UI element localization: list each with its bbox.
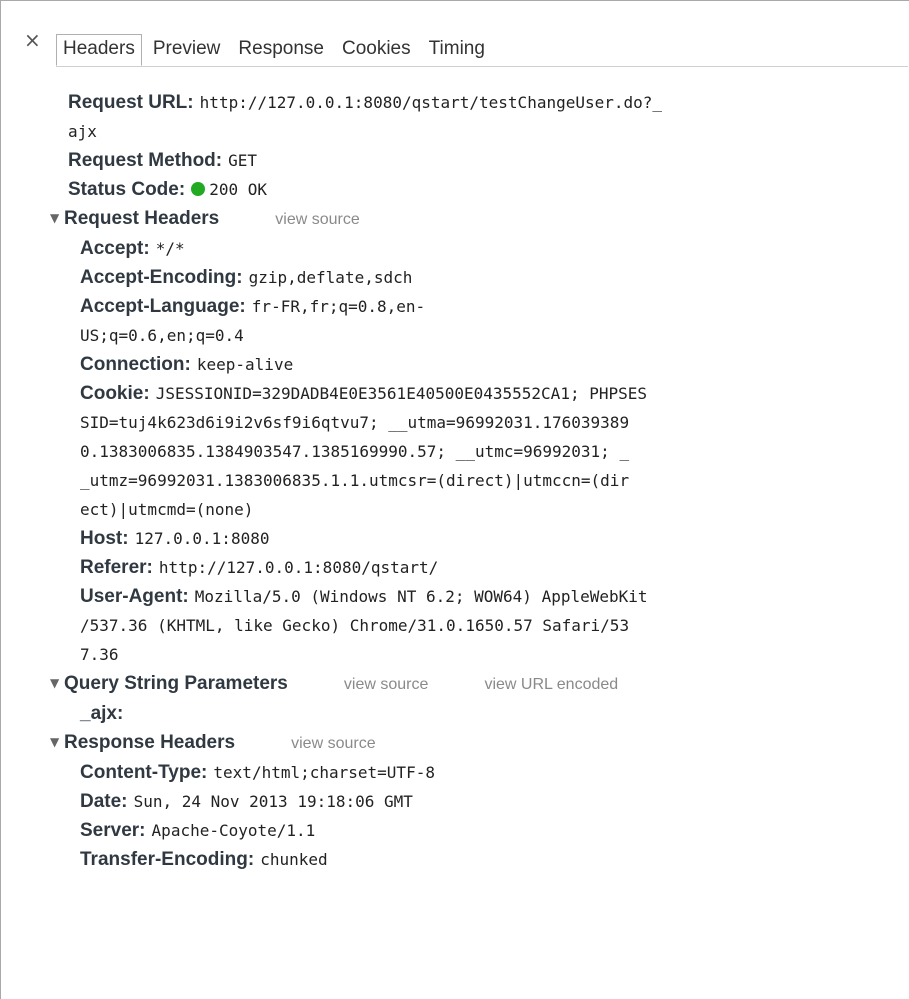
header-row: _utmz=96992031.1383006835.1.1.utmcsr=(di… bbox=[50, 466, 900, 495]
header-value: 0.1383006835.1384903547.1385169990.57; _… bbox=[80, 442, 630, 461]
header-value: /537.36 (KHTML, like Gecko) Chrome/31.0.… bbox=[80, 616, 630, 635]
header-key: Server: bbox=[80, 820, 146, 841]
response-headers-view-source[interactable]: view source bbox=[291, 735, 375, 752]
header-value: text/html;charset=UTF-8 bbox=[213, 763, 435, 782]
tab-cookies[interactable]: Cookies bbox=[335, 34, 418, 66]
request-method-value: GET bbox=[228, 151, 258, 170]
disclosure-triangle-icon[interactable]: ▼ bbox=[50, 204, 64, 233]
header-row: Server: Apache-Coyote/1.1 bbox=[50, 816, 900, 845]
request-headers-title: Request Headers bbox=[64, 208, 220, 229]
header-value: ect)|utmcmd=(none) bbox=[80, 500, 254, 519]
header-value: 127.0.0.1:8080 bbox=[134, 529, 270, 548]
header-value: */* bbox=[155, 239, 185, 258]
header-key: User-Agent: bbox=[80, 586, 189, 607]
header-row: 7.36 bbox=[50, 640, 900, 669]
header-value: 7.36 bbox=[80, 645, 119, 664]
header-row: /537.36 (KHTML, like Gecko) Chrome/31.0.… bbox=[50, 611, 900, 640]
header-key: Cookie: bbox=[80, 383, 150, 404]
status-ok-icon bbox=[191, 182, 206, 196]
header-key: Host: bbox=[80, 528, 129, 549]
headers-content: Request URL: http://127.0.0.1:8080/qstar… bbox=[50, 88, 900, 874]
status-code-value: 200 OK bbox=[209, 180, 268, 199]
tab-preview[interactable]: Preview bbox=[146, 34, 228, 66]
header-value: http://127.0.0.1:8080/qstart/ bbox=[158, 558, 439, 577]
header-row: _ajx: bbox=[50, 699, 900, 728]
header-row: SID=tuj4k623d6i9i2v6sf9i6qtvu7; __utma=9… bbox=[50, 408, 900, 437]
header-key: Date: bbox=[80, 791, 128, 812]
response-headers-list: Content-Type: text/html;charset=UTF-8 Dat… bbox=[50, 758, 900, 874]
header-row: Content-Type: text/html;charset=UTF-8 bbox=[50, 758, 900, 787]
request-headers-list: Accept: */* Accept-Encoding: gzip,deflate… bbox=[50, 234, 900, 669]
query-string-list: _ajx: bbox=[50, 699, 900, 728]
request-headers-view-source[interactable]: view source bbox=[275, 211, 359, 228]
disclosure-triangle-icon[interactable]: ▼ bbox=[50, 669, 64, 698]
header-row: Cookie: JSESSIONID=329DADB4E0E3561E40500… bbox=[50, 379, 900, 408]
query-string-title: Query String Parameters bbox=[64, 673, 288, 694]
request-url-row-cont: ajx bbox=[50, 117, 900, 146]
request-url-value-cont: ajx bbox=[68, 122, 97, 141]
header-value: US;q=0.6,en;q=0.4 bbox=[80, 326, 244, 345]
header-value: Sun, 24 Nov 2013 19:18:06 GMT bbox=[133, 792, 413, 811]
header-key: Referer: bbox=[80, 557, 153, 578]
header-row: Date: Sun, 24 Nov 2013 19:18:06 GMT bbox=[50, 787, 900, 816]
query-string-view-url-encoded[interactable]: view URL encoded bbox=[484, 676, 618, 693]
response-headers-section[interactable]: ▼ Response Headers view source bbox=[50, 728, 900, 758]
header-row: Connection: keep-alive bbox=[50, 350, 900, 379]
query-string-section[interactable]: ▼ Query String Parameters view source vie… bbox=[50, 669, 900, 699]
header-row: Referer: http://127.0.0.1:8080/qstart/ bbox=[50, 553, 900, 582]
status-code-row: Status Code: 200 OK bbox=[50, 175, 900, 204]
status-code-label: Status Code: bbox=[68, 179, 186, 200]
tab-divider bbox=[56, 66, 908, 67]
request-method-label: Request Method: bbox=[68, 150, 223, 171]
header-key: Accept-Language: bbox=[80, 296, 246, 317]
request-headers-section[interactable]: ▼ Request Headers view source bbox=[50, 204, 900, 234]
header-key: Content-Type: bbox=[80, 762, 208, 783]
header-row: ect)|utmcmd=(none) bbox=[50, 495, 900, 524]
response-headers-title: Response Headers bbox=[64, 732, 236, 753]
header-value: _utmz=96992031.1383006835.1.1.utmcsr=(di… bbox=[80, 471, 630, 490]
query-string-view-source[interactable]: view source bbox=[344, 676, 428, 693]
header-key: Accept-Encoding: bbox=[80, 267, 243, 288]
disclosure-triangle-icon[interactable]: ▼ bbox=[50, 728, 64, 757]
header-key: Connection: bbox=[80, 354, 191, 375]
header-row: Transfer-Encoding: chunked bbox=[50, 845, 900, 874]
header-row: Accept-Language: fr-FR,fr;q=0.8,en- bbox=[50, 292, 900, 321]
header-row: Host: 127.0.0.1:8080 bbox=[50, 524, 900, 553]
tab-timing[interactable]: Timing bbox=[422, 34, 492, 66]
tab-bar: Headers Preview Response Cookies Timing bbox=[56, 34, 496, 66]
header-row: 0.1383006835.1384903547.1385169990.57; _… bbox=[50, 437, 900, 466]
request-method-row: Request Method: GET bbox=[50, 146, 900, 175]
header-value: gzip,deflate,sdch bbox=[248, 268, 413, 287]
header-value: JSESSIONID=329DADB4E0E3561E40500E0435552… bbox=[155, 384, 648, 403]
header-value: Mozilla/5.0 (Windows NT 6.2; WOW64) Appl… bbox=[194, 587, 648, 606]
header-row: Accept-Encoding: gzip,deflate,sdch bbox=[50, 263, 900, 292]
header-key: Transfer-Encoding: bbox=[80, 849, 255, 870]
tab-headers[interactable]: Headers bbox=[56, 34, 142, 66]
header-key: Accept: bbox=[80, 238, 150, 259]
header-row: Accept: */* bbox=[50, 234, 900, 263]
header-row: US;q=0.6,en;q=0.4 bbox=[50, 321, 900, 350]
header-value: keep-alive bbox=[196, 355, 294, 374]
header-row: User-Agent: Mozilla/5.0 (Windows NT 6.2;… bbox=[50, 582, 900, 611]
request-url-label: Request URL: bbox=[68, 92, 194, 113]
header-key: _ajx: bbox=[80, 703, 124, 724]
tab-response[interactable]: Response bbox=[231, 34, 331, 66]
header-value: Apache-Coyote/1.1 bbox=[151, 821, 316, 840]
request-url-value: http://127.0.0.1:8080/qstart/testChangeU… bbox=[199, 93, 663, 112]
header-value: SID=tuj4k623d6i9i2v6sf9i6qtvu7; __utma=9… bbox=[80, 413, 630, 432]
request-url-row: Request URL: http://127.0.0.1:8080/qstar… bbox=[50, 88, 900, 117]
header-value: chunked bbox=[260, 850, 328, 869]
close-icon[interactable]: × bbox=[24, 30, 41, 50]
header-value: fr-FR,fr;q=0.8,en- bbox=[251, 297, 426, 316]
